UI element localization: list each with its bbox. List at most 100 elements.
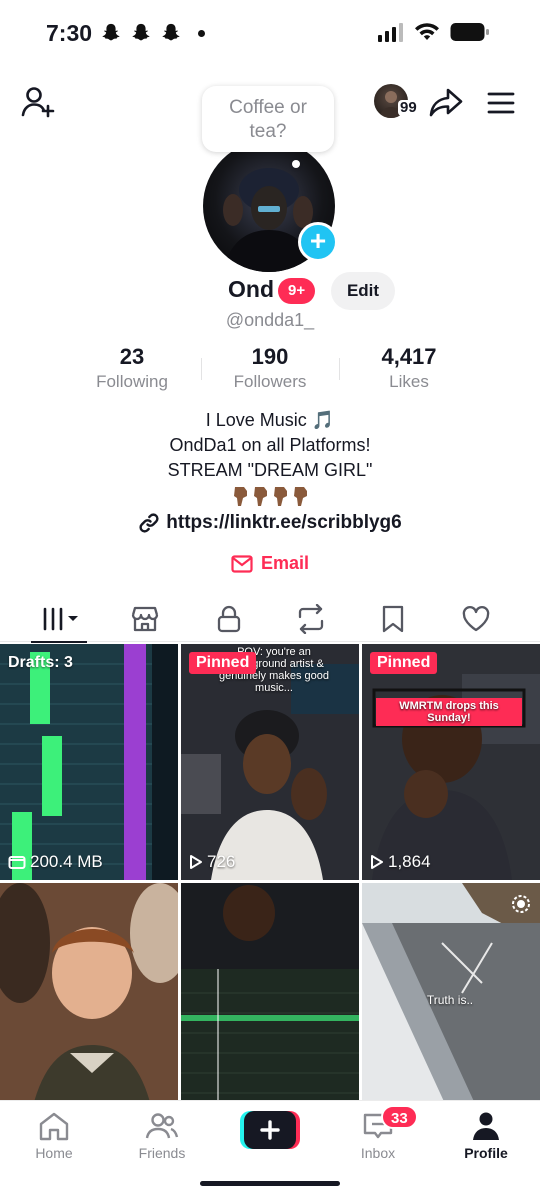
bio-link-text: https://linktr.ee/scribblyg6 bbox=[166, 512, 402, 533]
drafts-tile[interactable]: Drafts: 3 200.4 MB bbox=[0, 644, 178, 880]
notification-badge[interactable]: 9+ bbox=[278, 278, 316, 304]
notification-icons bbox=[100, 22, 205, 44]
more-notifications-dot bbox=[198, 29, 205, 37]
home-indicator[interactable] bbox=[200, 1181, 340, 1186]
nav-profile[interactable]: Profile bbox=[441, 1111, 531, 1161]
pointing-down-icon bbox=[254, 487, 267, 506]
tab-private[interactable] bbox=[184, 596, 274, 642]
drafts-thumbnail bbox=[0, 644, 178, 880]
bookmark-icon bbox=[382, 605, 404, 633]
tab-liked[interactable] bbox=[431, 596, 521, 642]
menu-icon[interactable] bbox=[486, 88, 516, 118]
nav-home[interactable]: Home bbox=[9, 1111, 99, 1161]
stat-likes[interactable]: 4,417 Likes bbox=[339, 344, 479, 392]
display-name: Ond bbox=[228, 276, 274, 302]
shop-icon bbox=[131, 606, 159, 632]
video-tile[interactable] bbox=[181, 883, 359, 1100]
nav-inbox-label: Inbox bbox=[360, 1145, 396, 1161]
nav-home-label: Home bbox=[35, 1145, 73, 1161]
battery-icon bbox=[450, 23, 489, 41]
stat-following[interactable]: 23 Following bbox=[62, 344, 202, 392]
add-friend-icon[interactable] bbox=[20, 84, 56, 120]
folder-icon bbox=[8, 856, 26, 869]
video-thumbnail bbox=[181, 883, 359, 1100]
video-tile[interactable] bbox=[0, 883, 178, 1100]
nav-friends-label: Friends bbox=[138, 1145, 186, 1161]
note-line-2: tea? bbox=[249, 121, 287, 142]
view-count-text: 1,864 bbox=[388, 852, 431, 871]
video-caption: Truth is.. bbox=[426, 993, 474, 1007]
username-handle: @ondda1_ bbox=[225, 310, 315, 330]
stat-value: 23 bbox=[119, 344, 145, 369]
bio-line-1: I Love Music 🎵 bbox=[205, 410, 335, 430]
friends-icon bbox=[145, 1113, 179, 1139]
stat-value: 190 bbox=[251, 344, 289, 369]
bio-line-2: OndDa1 on all Platforms! bbox=[169, 435, 371, 455]
video-tile[interactable]: Truth is.. bbox=[362, 883, 540, 1100]
status-indicators bbox=[378, 22, 490, 42]
drafts-size: 200.4 MB bbox=[8, 852, 103, 872]
nav-profile-label: Profile bbox=[464, 1145, 508, 1161]
note-bubble-tail bbox=[292, 160, 300, 168]
signal-icon bbox=[378, 23, 403, 42]
nav-friends[interactable]: Friends bbox=[117, 1111, 207, 1161]
link-icon bbox=[139, 513, 159, 533]
active-tab-underline bbox=[31, 641, 87, 643]
grid-lines-icon bbox=[43, 607, 78, 631]
tab-videos[interactable] bbox=[17, 596, 107, 643]
pinned-label: Pinned bbox=[370, 652, 438, 674]
home-icon bbox=[39, 1112, 69, 1141]
snapchat-icon bbox=[102, 23, 120, 41]
play-icon bbox=[190, 855, 202, 869]
video-tile-pinned-1[interactable]: POV: you're an underground artist & genu… bbox=[181, 644, 359, 880]
view-count: 1,864 bbox=[370, 852, 431, 872]
repost-icon bbox=[298, 604, 324, 634]
pointing-down-icon bbox=[234, 487, 247, 506]
mail-icon bbox=[231, 554, 253, 573]
pointing-down-icon bbox=[294, 487, 307, 506]
profile-stats: 23 Following 190 Followers 4,417 Likes bbox=[0, 344, 540, 400]
status-bar: 7:30 bbox=[0, 0, 540, 66]
heart-icon bbox=[462, 606, 490, 632]
email-label: Email bbox=[260, 553, 310, 573]
wifi-icon bbox=[415, 23, 439, 40]
stat-label: Likes bbox=[389, 372, 429, 391]
tab-reposts[interactable] bbox=[266, 596, 356, 642]
pointing-down-icon bbox=[274, 487, 287, 506]
video-thumbnail bbox=[362, 644, 540, 880]
bio: I Love Music 🎵 OndDa1 on all Platforms! … bbox=[0, 408, 540, 509]
pointing-down-emojis bbox=[0, 485, 540, 509]
status-time: 7:30 bbox=[46, 20, 93, 46]
video-thumbnail bbox=[0, 883, 178, 1100]
bio-line-3: STREAM "DREAM GIRL" bbox=[167, 460, 373, 480]
snapchat-icon bbox=[162, 23, 180, 41]
edit-profile-button[interactable]: Edit bbox=[331, 272, 395, 310]
create-video-button[interactable] bbox=[240, 1111, 300, 1149]
profile-viewers-count: 99 bbox=[398, 99, 419, 116]
snapchat-icon bbox=[132, 23, 150, 41]
stat-value: 4,417 bbox=[381, 344, 437, 369]
profile-content-tabs bbox=[0, 596, 540, 643]
name-row: Ond 9+ Edit bbox=[0, 272, 540, 312]
pinned-label: Pinned bbox=[189, 652, 257, 674]
stat-followers[interactable]: 190 Followers bbox=[200, 344, 340, 392]
email-button[interactable]: Email bbox=[0, 553, 540, 574]
video-grid: Drafts: 3 200.4 MB POV: you're an underg… bbox=[0, 644, 540, 1100]
photo-mode-icon bbox=[512, 895, 530, 913]
profile-icon bbox=[473, 1112, 499, 1140]
view-count: 726 bbox=[189, 852, 235, 872]
lock-icon bbox=[217, 605, 241, 633]
view-count-text: 726 bbox=[207, 852, 236, 871]
tab-favorites[interactable] bbox=[348, 596, 438, 642]
note-bubble[interactable]: Coffee or tea? bbox=[202, 86, 334, 152]
bio-link[interactable]: https://linktr.ee/scribblyg6 bbox=[0, 512, 540, 534]
video-tile-pinned-2[interactable]: WMRTM drops this Sunday! Pinned 1,864 bbox=[362, 644, 540, 880]
stat-label: Followers bbox=[233, 372, 307, 391]
inbox-unread-badge: 33 bbox=[381, 1105, 418, 1129]
tab-shop[interactable] bbox=[100, 596, 190, 642]
stat-label: Following bbox=[96, 372, 168, 391]
add-story-button[interactable]: + bbox=[298, 222, 338, 262]
share-icon[interactable] bbox=[428, 84, 464, 120]
video-caption-banner: WMRTM drops this Sunday! bbox=[376, 698, 522, 726]
video-thumbnail bbox=[362, 883, 540, 1100]
